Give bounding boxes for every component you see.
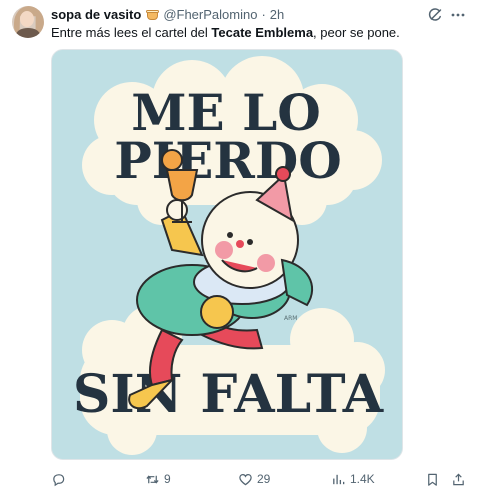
views-count: 1.4K (350, 472, 375, 486)
retweet-count: 9 (164, 472, 171, 486)
grok-icon[interactable] (427, 7, 443, 23)
tweet-actions-bar: 9 29 1.4K (0, 470, 477, 488)
heart-icon (239, 473, 252, 485)
poster-line-3: SIN FALTA (73, 364, 384, 425)
like-button[interactable]: 29 (238, 470, 270, 488)
views-button[interactable]: 1.4K (331, 470, 375, 488)
reply-icon (53, 473, 65, 486)
tweet-text-bold: Tecate Emblema (211, 25, 314, 40)
cup-emoji-icon (146, 8, 160, 21)
more-options-icon[interactable] (450, 7, 466, 23)
tweet-media-image[interactable]: ME LO PIERDO SIN FALTA ARM (51, 49, 403, 460)
artist-signature: ARM (284, 315, 297, 322)
tweet-card: sopa de vasito @FherPalomino · 2h Entre … (0, 0, 477, 498)
poster-line-2: PIERDO (114, 131, 342, 190)
separator-dot: · (261, 6, 266, 22)
retweet-button[interactable]: 9 (145, 470, 171, 488)
bookmark-button[interactable] (425, 470, 440, 488)
tweet-text: Entre más lees el cartel del Tecate Embl… (51, 25, 400, 40)
like-count: 29 (257, 472, 271, 486)
reply-button[interactable] (51, 470, 70, 488)
share-button[interactable] (451, 470, 466, 488)
display-name[interactable]: sopa de vasito (51, 7, 141, 22)
views-chart-icon (333, 474, 345, 484)
timestamp[interactable]: 2h (270, 7, 284, 22)
bookmark-icon (428, 473, 437, 486)
tweet-header: sopa de vasito @FherPalomino · 2h (51, 5, 284, 23)
user-handle[interactable]: @FherPalomino (163, 7, 257, 22)
avatar[interactable] (12, 6, 44, 38)
poster-illustration: ME LO PIERDO SIN FALTA ARM (52, 50, 402, 459)
retweet-icon (146, 474, 159, 484)
share-icon (453, 472, 464, 485)
